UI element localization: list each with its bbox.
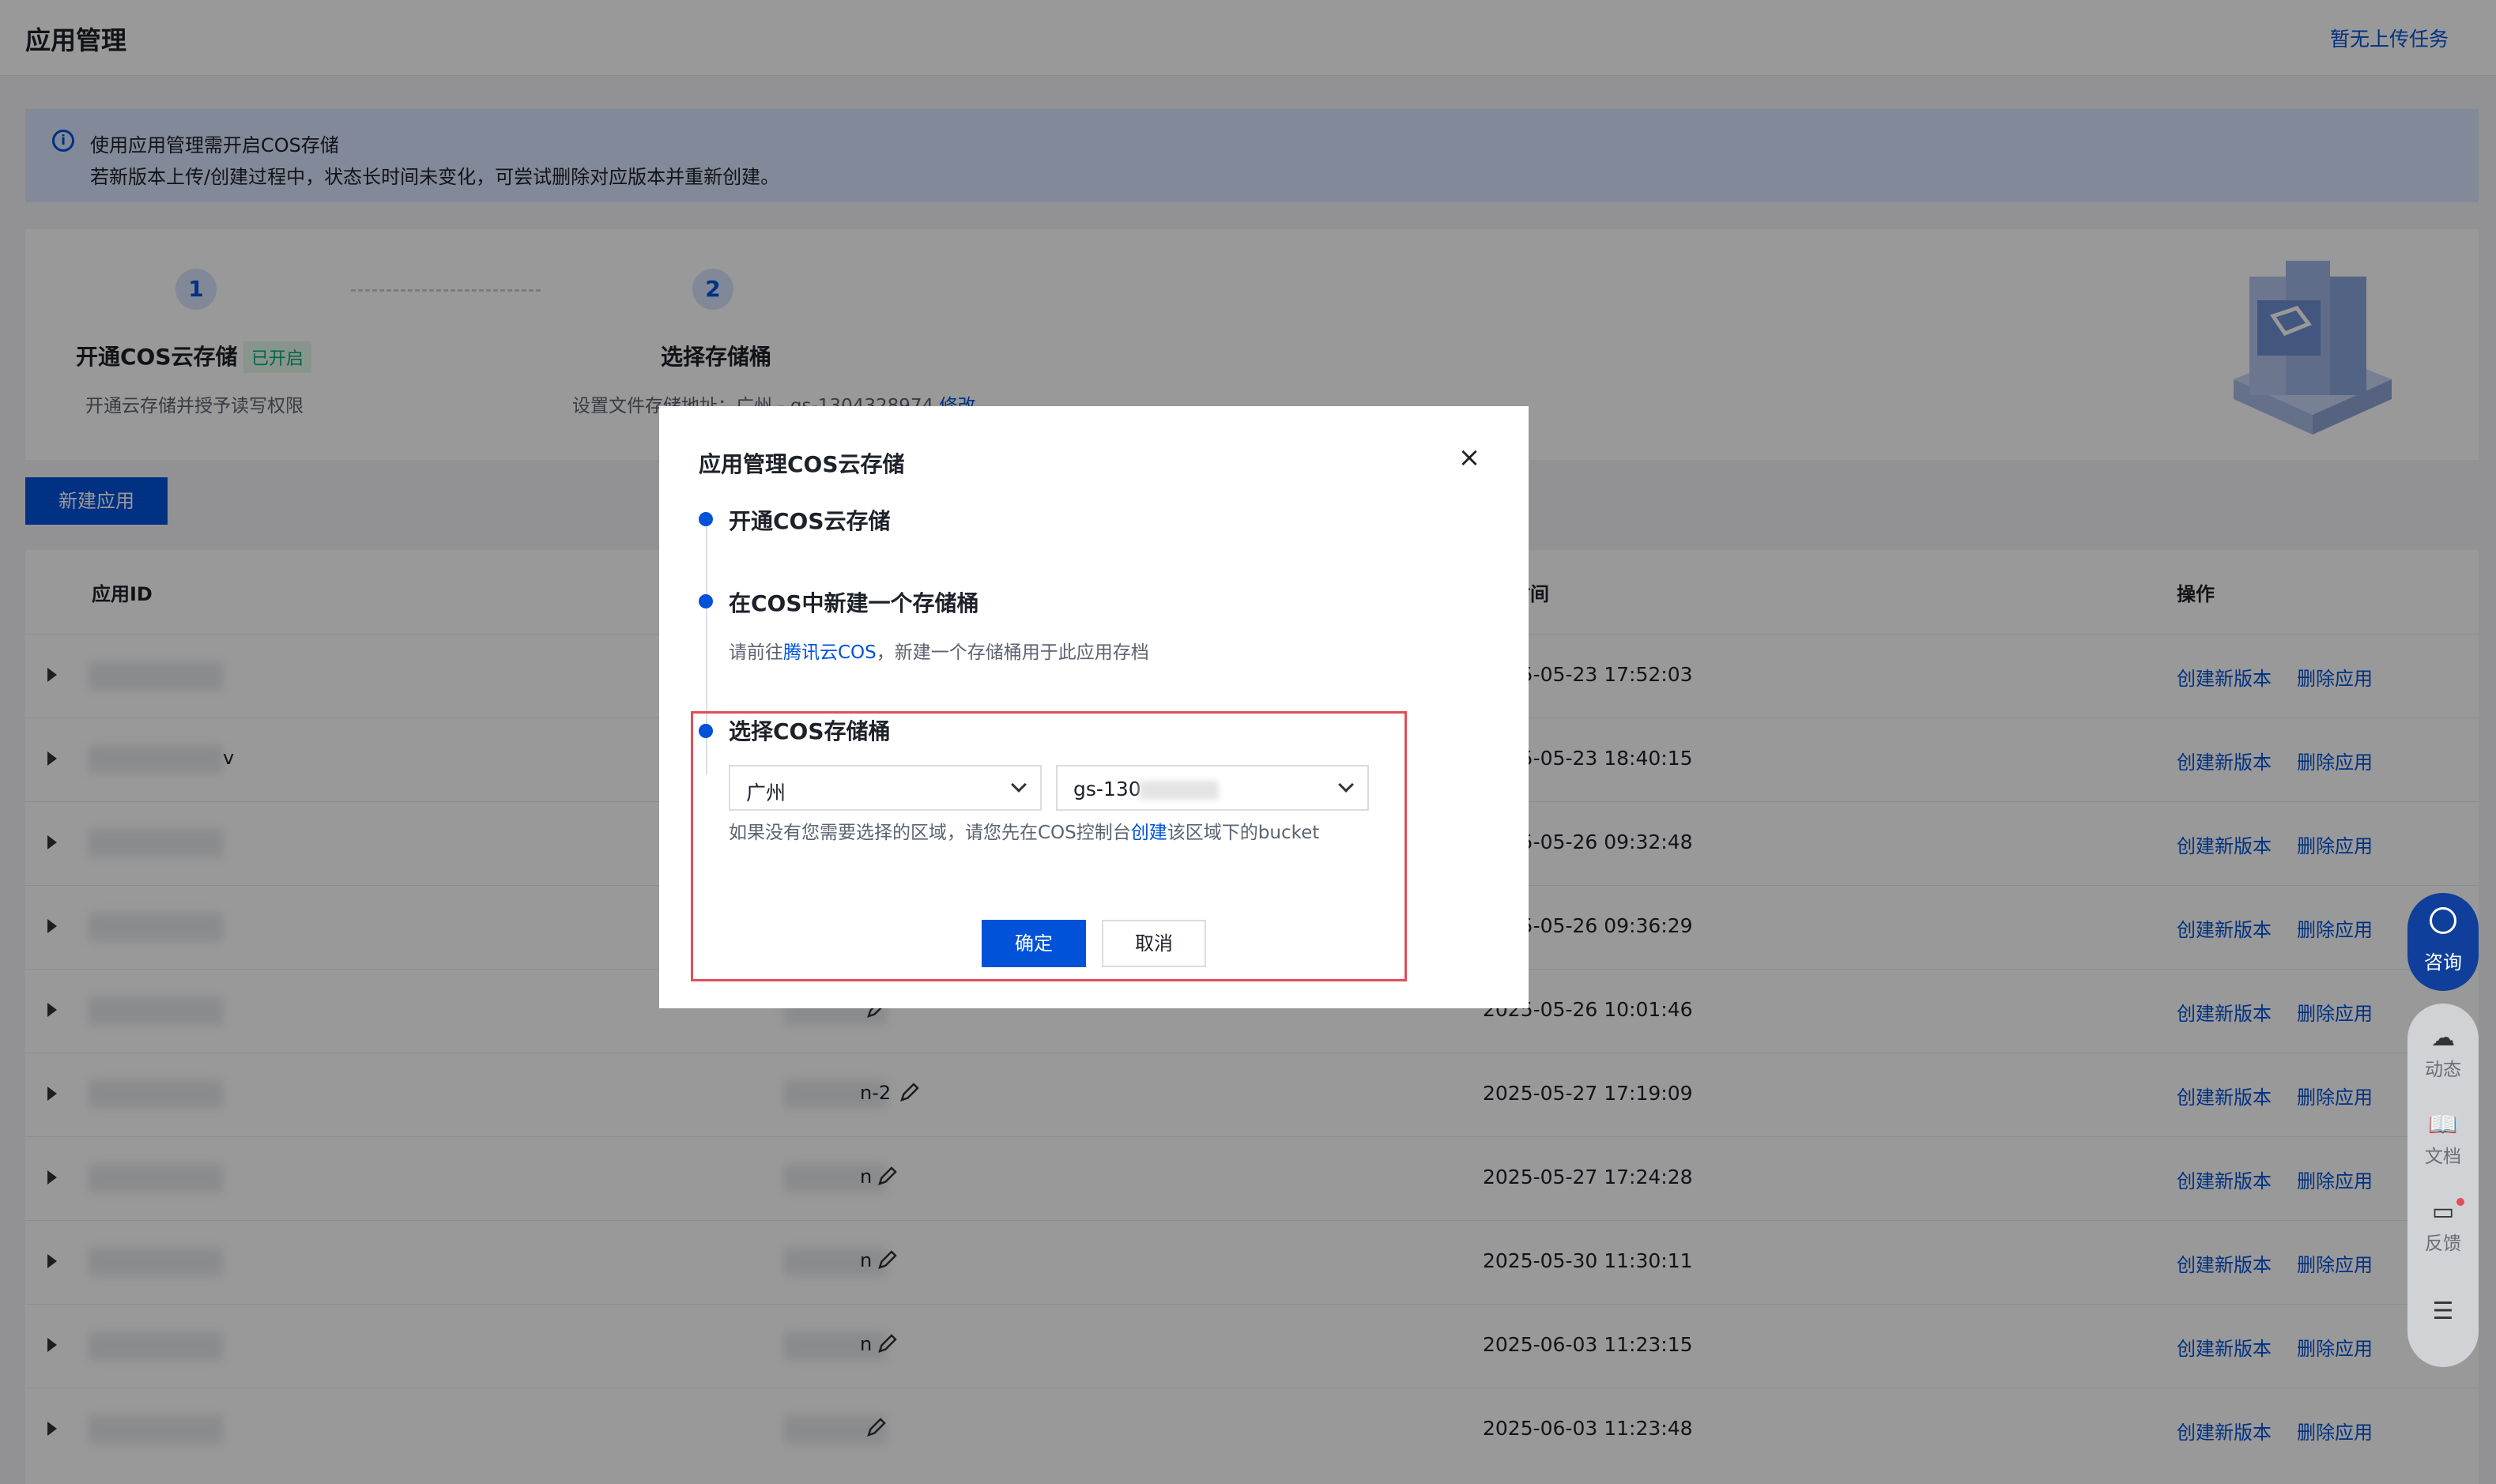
list-indent-icon: ☰ — [2432, 1298, 2454, 1325]
cancel-button[interactable]: 取消 — [1102, 920, 1206, 967]
region-hint: 如果没有您需要选择的区域，请您先在COS控制台创建该区域下的bucket — [729, 817, 1319, 844]
bucket-select-value: gs-130 — [1073, 778, 1141, 800]
float-item-updates[interactable]: ☁ 动态 — [2407, 1024, 2479, 1081]
cloud-icon: ☁ — [2431, 1024, 2455, 1052]
region-select[interactable]: 广州 — [729, 765, 1042, 811]
hint-text: 如果没有您需要选择的区域，请您先在COS控制台 — [729, 823, 1131, 843]
dialog-step-1: 开通COS云存储 — [729, 508, 891, 534]
confirm-button[interactable]: 确定 — [982, 920, 1086, 967]
consult-label: 咨询 — [2424, 951, 2462, 974]
tencent-cos-link[interactable]: 腾讯云COS — [783, 642, 877, 663]
create-bucket-link[interactable]: 创建 — [1131, 823, 1167, 843]
float-item-label: 反馈 — [2425, 1234, 2461, 1254]
step-dot — [699, 724, 713, 738]
dialog-step-2-desc: 请前往腾讯云COS，新建一个存储桶用于此应用存档 — [729, 637, 1149, 664]
message-icon: ▭ — [2431, 1198, 2455, 1226]
book-icon: 📖 — [2428, 1111, 2458, 1139]
region-select-value: 广州 — [746, 782, 786, 804]
cos-storage-dialog: 应用管理COS云存储 × 开通COS云存储 在COS中新建一个存储桶 请前往腾讯… — [659, 406, 1529, 1008]
chevron-down-icon — [1011, 777, 1027, 793]
floating-sidebar: 咨询 ☁ 动态 📖 文档 ▭ 反馈 ☰ — [2407, 893, 2479, 1367]
step-dot — [699, 594, 713, 608]
float-item-label: 文档 — [2425, 1147, 2461, 1167]
float-item-docs[interactable]: 📖 文档 — [2407, 1111, 2479, 1168]
dialog-step-3: 选择COS存储桶 — [729, 718, 891, 744]
consult-button[interactable]: 咨询 — [2407, 893, 2479, 991]
desc-text: 请前往 — [729, 642, 783, 663]
float-item-feedback[interactable]: ▭ 反馈 — [2407, 1198, 2479, 1255]
float-tools: ☁ 动态 📖 文档 ▭ 反馈 ☰ — [2407, 1004, 2479, 1367]
hint-text: 该区域下的bucket — [1167, 823, 1320, 843]
float-item-collapse[interactable]: ☰ — [2407, 1298, 2479, 1328]
redacted-bucket-id — [1140, 781, 1219, 800]
dialog-title: 应用管理COS云存储 — [699, 451, 905, 477]
bucket-select[interactable]: gs-130 — [1056, 765, 1369, 811]
desc-text: ，新建一个存储桶用于此应用存档 — [876, 642, 1149, 663]
headset-icon — [2430, 907, 2456, 934]
close-icon[interactable]: × — [1457, 444, 1481, 471]
chevron-down-icon — [1338, 777, 1354, 793]
step-dot — [699, 512, 713, 526]
notification-dot — [2456, 1198, 2464, 1206]
float-item-label: 动态 — [2425, 1060, 2461, 1080]
dialog-step-2: 在COS中新建一个存储桶 — [729, 590, 979, 616]
